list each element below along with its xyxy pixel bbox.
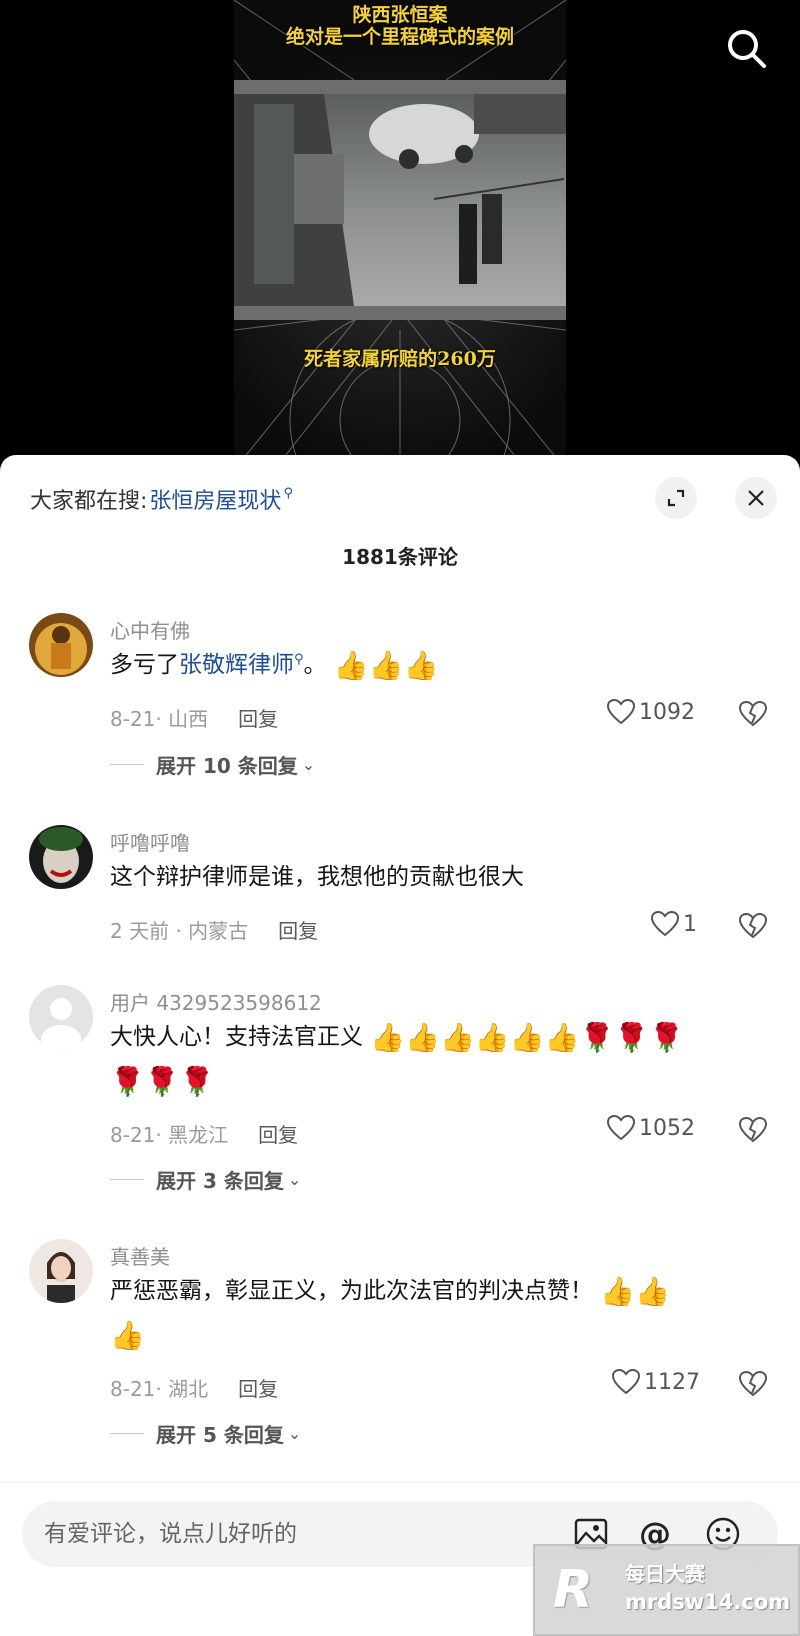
video-frame: 陕西张恒案 绝对是一个里程碑式的案例 死者家属所赔的260万 [234,0,566,470]
expand-replies-label: 展开 3 条回复 [156,1169,284,1193]
expand-replies-label: 展开 10 条回复 [156,754,298,778]
avatar[interactable] [29,613,93,677]
expand-replies-button[interactable]: 展开 5 条回复 ⌄ [110,1419,301,1448]
comment-text: 多亏了张敬辉律师⚲。 👍👍👍 [110,643,750,691]
comment-text: 大快人心！支持法官正义 👍👍👍👍👍👍🌹🌹🌹 🌹🌹🌹 [110,1015,750,1103]
comment-count: 1881条评论 [342,545,458,569]
watermark-logo: R [553,1560,594,1620]
comment-meta: 2 天前 · 内蒙古 回复 [110,915,318,944]
date-location: 2 天前 · 内蒙古 [110,919,249,943]
video-player[interactable]: 陕西张恒案 绝对是一个里程碑式的案例 死者家属所赔的260万 [0,0,800,470]
broken-heart-icon [738,1370,768,1397]
avatar[interactable] [29,825,93,889]
comment-text-body: 严惩恶霸，彰显正义，为此次法官的判决点赞！ [110,1278,593,1304]
heart-icon [607,1115,635,1141]
chevron-down-icon: ⌄ [287,1424,302,1443]
heart-icon [651,911,679,937]
video-scene [234,80,566,320]
comment-text: 严惩恶霸，彰显正义，为此次法官的判决点赞！ 👍👍 👍 [110,1269,750,1357]
surveillance-scene-image [234,94,566,306]
divider [110,1179,144,1180]
thumbs-up-emoji: 👍 [110,1318,145,1352]
username[interactable]: 真善美 [110,1241,170,1270]
like-count: 1127 [644,1369,700,1395]
like-count: 1092 [639,699,695,725]
like-count: 1 [683,911,697,937]
trending-prefix: 大家都在搜: [30,489,148,514]
comment-text-body: 大快人心！支持法官正义 [110,1024,363,1050]
lawyer-link[interactable]: 张敬辉律师 [179,652,294,678]
avatar[interactable] [29,1239,93,1303]
reply-button[interactable]: 回复 [258,1119,298,1148]
close-icon [748,490,764,506]
watermark: R 每日大赛 mrdsw14.com [533,1544,800,1636]
chevron-down-icon: ⌄ [287,1170,302,1189]
comments-sheet: 大家都在搜: 张恒房屋现状 ⚲ 1881条评论 心中有佛 多亏了张敬辉律师⚲。 … [0,455,800,1636]
date-location: 8-21· 湖北 [110,1377,209,1401]
watermark-name: 每日大赛 [625,1562,705,1586]
thumbs-up-rose-emoji: 👍👍👍👍👍👍🌹🌹🌹 [370,1020,685,1054]
comment-input-placeholder: 有爱评论，说点儿好听的 [44,1521,297,1547]
like-count: 1052 [639,1115,695,1141]
search-icon [728,30,766,68]
reply-button[interactable]: 回复 [238,1373,278,1402]
divider [110,1433,144,1434]
thumbs-up-emoji: 👍👍👍 [333,648,439,682]
like-button[interactable]: 1127 [612,1369,700,1395]
comment-text-before: 多亏了 [110,652,179,678]
trending-search[interactable]: 大家都在搜: 张恒房屋现状 ⚲ [30,483,293,515]
heart-icon [607,699,635,725]
small-search-icon: ⚲ [283,485,293,501]
close-button[interactable] [735,477,777,519]
like-button[interactable]: 1092 [607,699,695,725]
broken-heart-icon [738,700,768,727]
small-search-icon: ⚲ [294,652,304,667]
reply-button[interactable]: 回复 [278,915,318,944]
broken-heart-icon [738,912,768,939]
chevron-down-icon: ⌄ [301,755,316,774]
comment-text-after: 。 [303,652,327,678]
dislike-button[interactable] [738,1370,768,1401]
dislike-button[interactable] [738,700,768,731]
watermark-url: mrdsw14.com [625,1590,791,1614]
expand-icon [667,489,685,507]
rose-emoji: 🌹🌹🌹 [110,1064,215,1098]
expand-replies-button[interactable]: 展开 10 条回复 ⌄ [110,750,315,779]
username[interactable]: 心中有佛 [110,615,190,644]
divider [110,764,144,765]
expand-replies-label: 展开 5 条回复 [156,1423,284,1447]
comment-meta: 8-21· 山西 回复 [110,703,278,732]
heart-icon [612,1369,640,1395]
comment-meta: 8-21· 湖北 回复 [110,1373,278,1402]
date-location: 8-21· 山西 [110,707,209,731]
default-avatar[interactable] [29,985,93,1049]
dislike-button[interactable] [738,912,768,943]
comment-meta: 8-21· 黑龙江 回复 [110,1119,298,1148]
comment-text: 这个辩护律师是谁，我想他的贡献也很大 [110,864,524,890]
video-caption-2: 绝对是一个里程碑式的案例 [285,26,514,48]
search-button[interactable] [722,24,772,74]
reply-button[interactable]: 回复 [238,703,278,732]
like-button[interactable]: 1 [651,911,697,937]
like-button[interactable]: 1052 [607,1115,695,1141]
broken-heart-icon [738,1116,768,1143]
video-caption-3: 死者家属所赔的260万 [304,348,496,370]
date-location: 8-21· 黑龙江 [110,1123,229,1147]
username[interactable]: 用户 4329523598612 [110,987,322,1016]
dislike-button[interactable] [738,1116,768,1147]
thumbs-up-emoji: 👍👍 [600,1274,671,1308]
expand-replies-button[interactable]: 展开 3 条回复 ⌄ [110,1165,301,1194]
trending-query-link[interactable]: 张恒房屋现状 [149,483,281,515]
expand-button[interactable] [655,477,697,519]
username[interactable]: 呼噜呼噜 [110,827,190,856]
